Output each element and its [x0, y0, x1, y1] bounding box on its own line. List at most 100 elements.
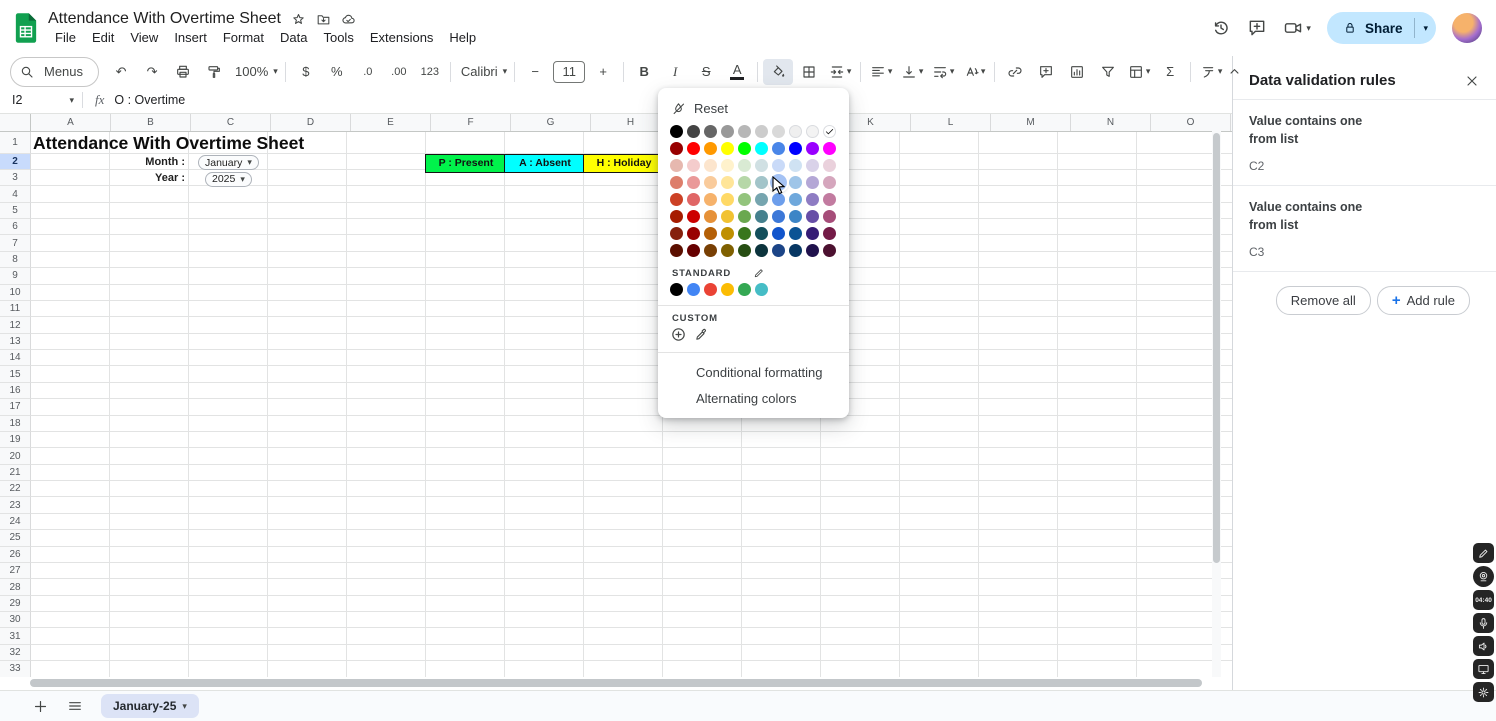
- month-dropdown[interactable]: January ▾: [198, 155, 259, 171]
- color-swatch[interactable]: [738, 159, 751, 172]
- color-swatch[interactable]: [772, 244, 785, 257]
- color-swatch[interactable]: [806, 142, 819, 155]
- row-header-12[interactable]: 12: [0, 317, 31, 334]
- row-header-17[interactable]: 17: [0, 399, 31, 416]
- row-header-11[interactable]: 11: [0, 300, 31, 318]
- star-icon[interactable]: [291, 12, 306, 27]
- row-header-31[interactable]: 31: [0, 628, 31, 645]
- color-swatch[interactable]: [823, 193, 836, 206]
- color-swatch[interactable]: [806, 244, 819, 257]
- color-swatch[interactable]: [772, 125, 785, 138]
- year-dropdown[interactable]: 2025 ▾: [205, 171, 252, 187]
- toolbar-italic[interactable]: I: [660, 59, 690, 85]
- sheet-tab-active[interactable]: January-25 ▾: [101, 694, 199, 718]
- grid-row[interactable]: [31, 268, 1232, 285]
- column-header-O[interactable]: O: [1151, 114, 1231, 131]
- color-swatch[interactable]: [721, 125, 734, 138]
- grid-row[interactable]: [31, 235, 1232, 252]
- color-swatch[interactable]: [670, 159, 683, 172]
- color-swatch[interactable]: [738, 176, 751, 189]
- menu-help[interactable]: Help: [442, 29, 483, 46]
- color-swatch[interactable]: [789, 227, 802, 240]
- formula-input[interactable]: O : Overtime: [114, 93, 185, 107]
- toolbar-borders[interactable]: [794, 59, 824, 85]
- grid-row[interactable]: [31, 497, 1232, 514]
- grid-row[interactable]: [31, 661, 1232, 678]
- color-swatch[interactable]: [721, 244, 734, 257]
- legend-present-cell[interactable]: P : Present: [425, 153, 507, 173]
- row-header-8[interactable]: 8: [0, 251, 31, 269]
- toolbar-functions[interactable]: Σ: [1155, 59, 1185, 85]
- color-swatch[interactable]: [704, 159, 717, 172]
- color-swatch[interactable]: [823, 244, 836, 257]
- toolbar-decrease-font-size[interactable]: −: [520, 59, 550, 85]
- grid-row[interactable]: [31, 644, 1232, 662]
- column-header-M[interactable]: M: [991, 114, 1071, 131]
- row-header-24[interactable]: 24: [0, 513, 31, 531]
- menu-format[interactable]: Format: [216, 29, 271, 46]
- row-header-3[interactable]: 3: [0, 169, 31, 187]
- row-header-27[interactable]: 27: [0, 562, 31, 580]
- color-swatch[interactable]: [687, 125, 700, 138]
- validation-rule[interactable]: Value contains one from list C2: [1233, 100, 1496, 185]
- recorder-mic-button[interactable]: [1473, 613, 1494, 633]
- row-header-21[interactable]: 21: [0, 464, 31, 482]
- grid-row[interactable]: [31, 415, 1232, 432]
- row-header-4[interactable]: 4: [0, 186, 31, 203]
- recorder-monitor-button[interactable]: [1473, 659, 1494, 679]
- color-swatch[interactable]: [738, 142, 751, 155]
- color-swatch[interactable]: [687, 142, 700, 155]
- row-header-23[interactable]: 23: [0, 497, 31, 514]
- grid-row[interactable]: [31, 595, 1232, 613]
- scroll-thumb[interactable]: [1213, 133, 1220, 563]
- meet-button[interactable]: ▾: [1283, 18, 1311, 38]
- color-swatch[interactable]: [670, 227, 683, 240]
- color-swatch[interactable]: [687, 210, 700, 223]
- grid-row[interactable]: [31, 350, 1232, 367]
- reset-colors-item[interactable]: Reset: [658, 96, 849, 120]
- user-avatar[interactable]: [1452, 13, 1482, 43]
- toolbar-paint-format[interactable]: [199, 59, 229, 85]
- name-box[interactable]: I2 ▾: [0, 93, 82, 107]
- color-swatch[interactable]: [823, 142, 836, 155]
- color-swatch[interactable]: [670, 125, 683, 138]
- row-header-7[interactable]: 7: [0, 235, 31, 252]
- column-header-D[interactable]: D: [271, 114, 351, 131]
- column-header-A[interactable]: A: [31, 114, 111, 131]
- color-swatch[interactable]: [823, 210, 836, 223]
- standard-color-swatch[interactable]: [755, 283, 768, 296]
- grid-row[interactable]: [31, 317, 1232, 334]
- grid-row[interactable]: [31, 366, 1232, 383]
- grid-row[interactable]: [31, 300, 1232, 318]
- row-header-10[interactable]: 10: [0, 284, 31, 301]
- grid-row[interactable]: [31, 546, 1232, 563]
- row-header-22[interactable]: 22: [0, 481, 31, 498]
- toolbar-menus[interactable]: Menus: [10, 56, 100, 87]
- color-swatch[interactable]: [704, 176, 717, 189]
- toolbar-zoom[interactable]: 100% ▾: [230, 59, 280, 85]
- standard-color-swatch[interactable]: [704, 283, 717, 296]
- horizontal-scrollbar[interactable]: [0, 677, 1232, 690]
- column-header-B[interactable]: B: [111, 114, 191, 131]
- toolbar-table-views[interactable]: ▾: [1124, 59, 1154, 85]
- toolbar-bold[interactable]: B: [629, 59, 659, 85]
- color-swatch[interactable]: [687, 193, 700, 206]
- row-header-33[interactable]: 33: [0, 661, 31, 678]
- alternating-colors-item[interactable]: Alternating colors: [658, 386, 849, 412]
- version-history-icon[interactable]: [1211, 18, 1231, 38]
- color-swatch[interactable]: [721, 210, 734, 223]
- color-swatch[interactable]: [721, 227, 734, 240]
- color-swatch[interactable]: [772, 227, 785, 240]
- color-swatch[interactable]: [687, 244, 700, 257]
- grid-row[interactable]: [31, 513, 1232, 531]
- color-swatch[interactable]: [755, 244, 768, 257]
- grid-row[interactable]: [31, 333, 1232, 351]
- color-swatch[interactable]: [738, 193, 751, 206]
- grid-row[interactable]: [31, 399, 1232, 416]
- color-swatch[interactable]: [789, 142, 802, 155]
- row-header-18[interactable]: 18: [0, 415, 31, 432]
- color-swatch[interactable]: [738, 244, 751, 257]
- color-swatch[interactable]: [755, 227, 768, 240]
- color-swatch[interactable]: [789, 176, 802, 189]
- vertical-scrollbar[interactable]: [1212, 131, 1221, 677]
